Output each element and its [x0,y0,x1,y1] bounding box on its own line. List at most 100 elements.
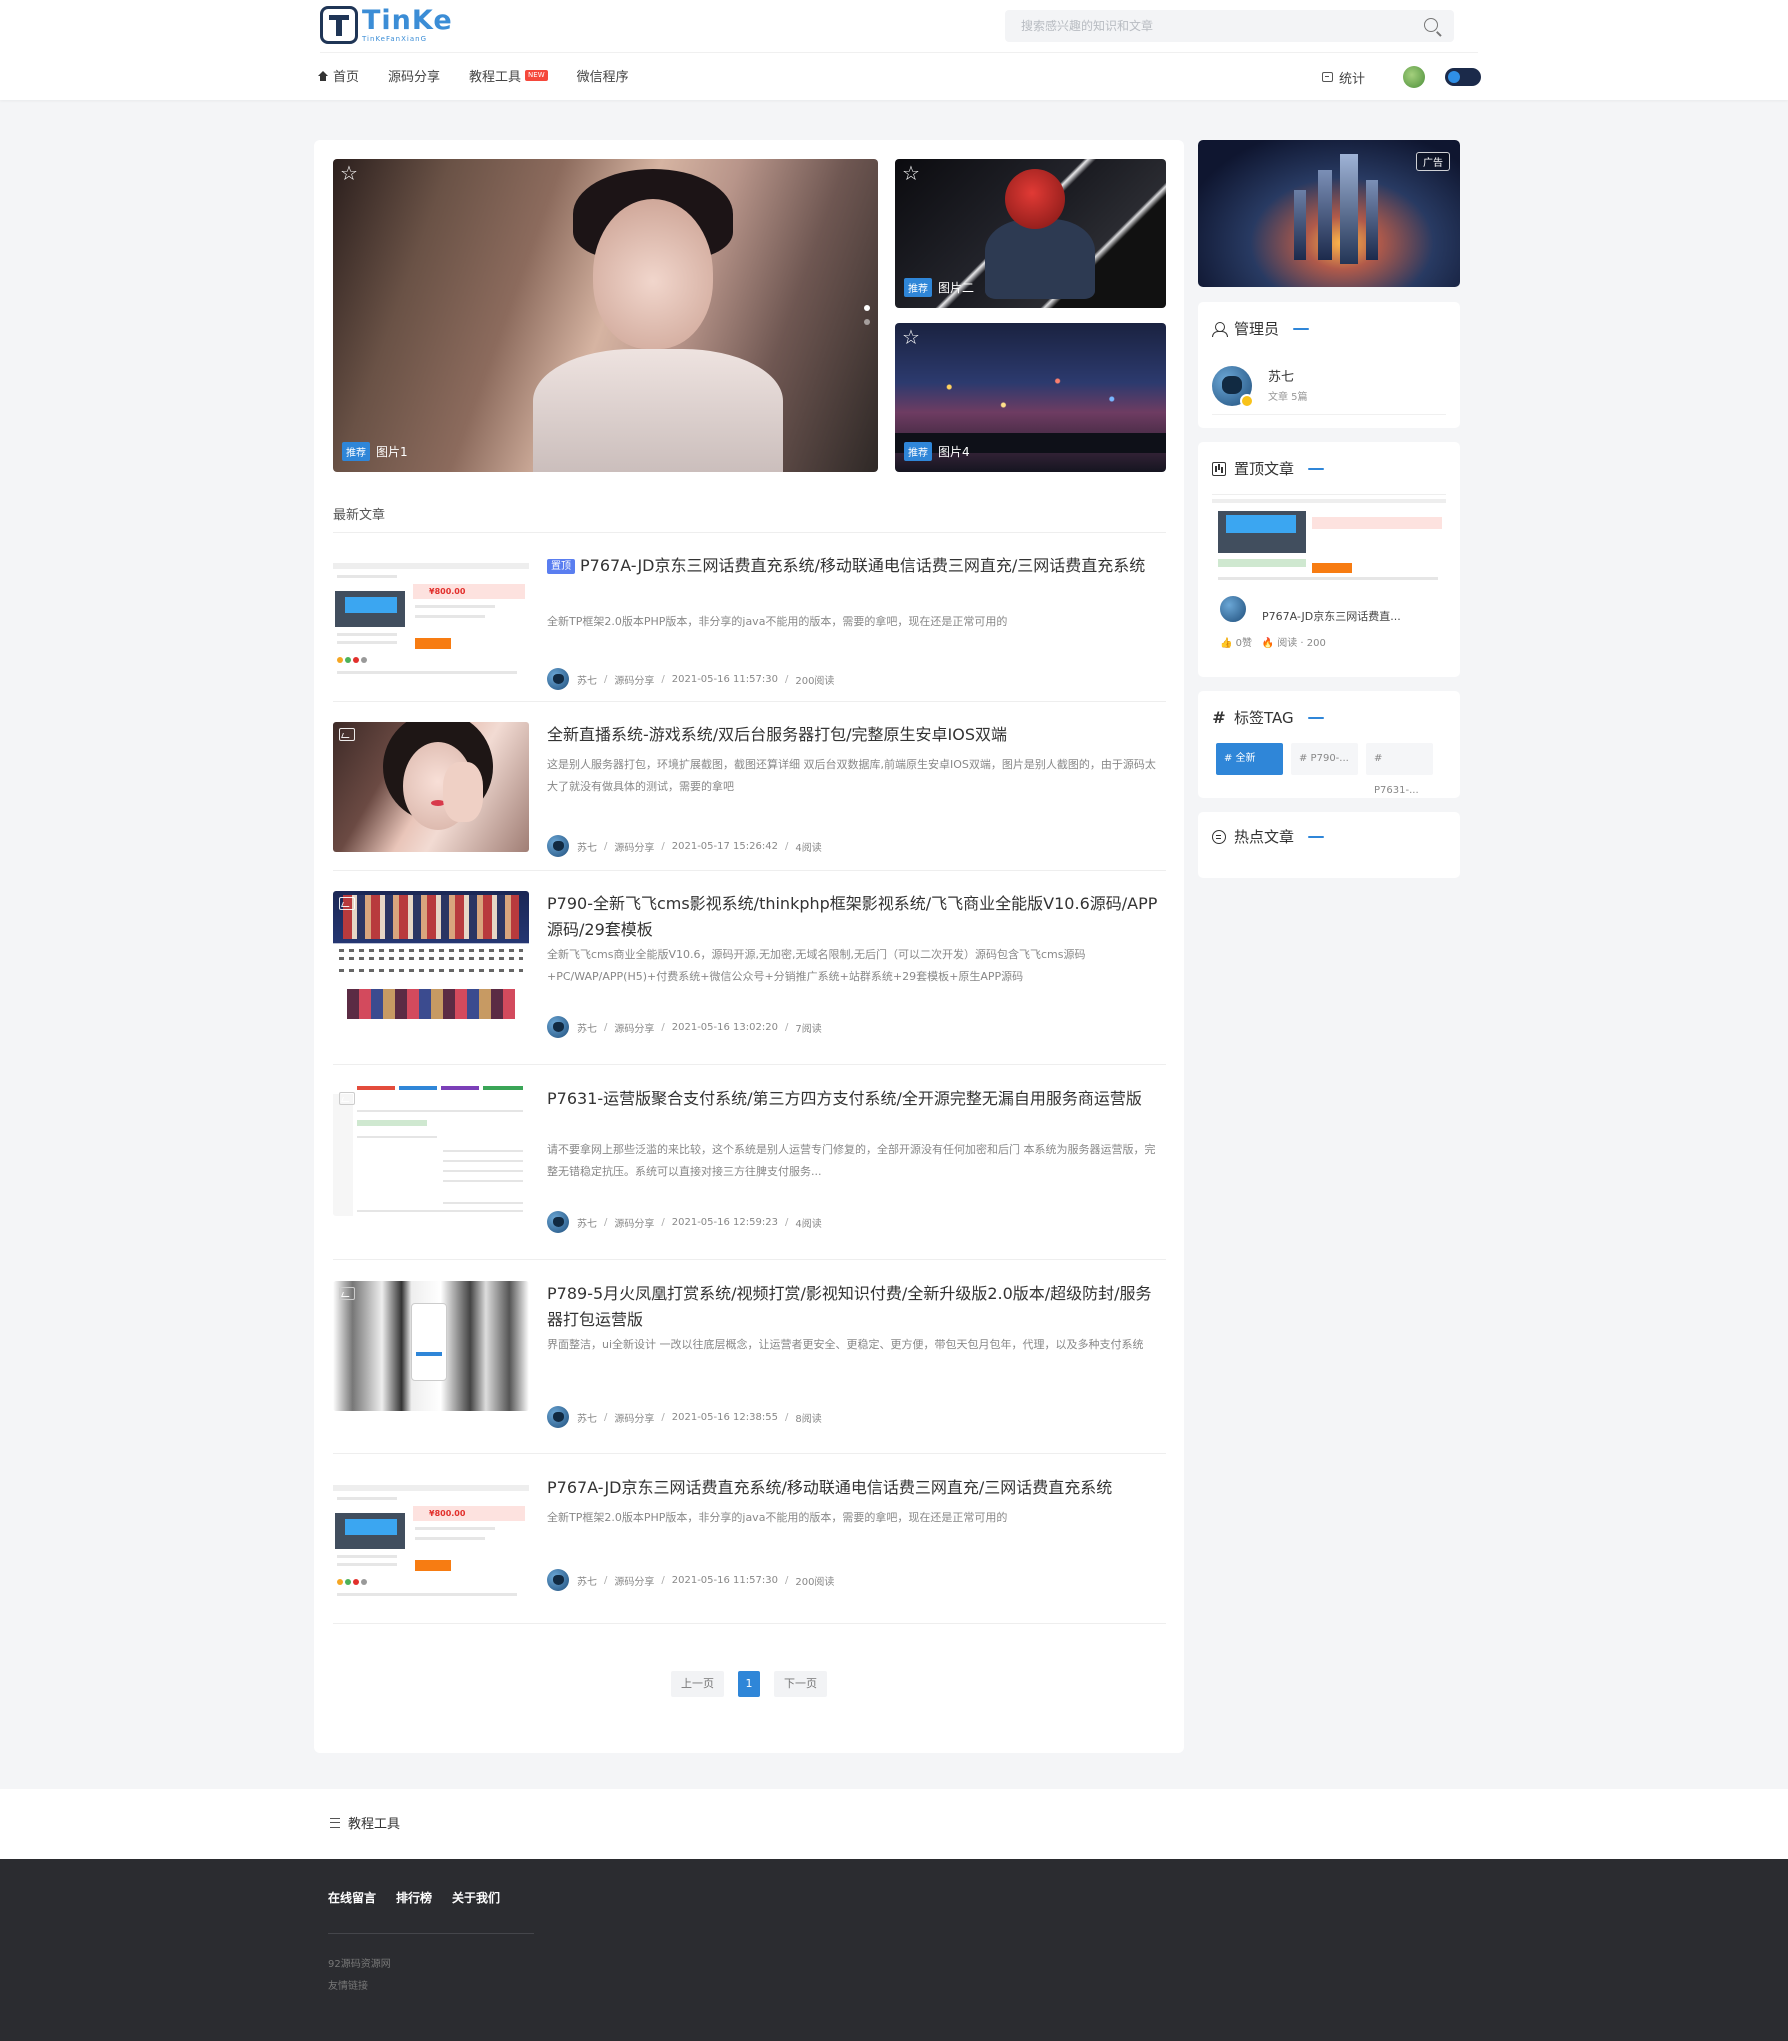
post-category[interactable]: 源码分享 [614,1410,654,1425]
header-actions: 统计 [1322,66,1482,88]
footer-link-about[interactable]: 关于我们 [452,1889,500,1906]
pinned-tag: 置顶 [547,559,575,574]
footer-site-name[interactable]: 92源码资源网 [328,1955,391,1970]
post-date: 2021-05-16 11:57:30 [671,1574,778,1586]
post-thumbnail[interactable] [333,1281,529,1411]
image-icon [339,897,355,910]
author-avatar[interactable] [1218,594,1248,624]
pinned-post-thumbnail[interactable] [1212,494,1446,594]
post-author[interactable]: 苏七 [577,1410,597,1425]
slide-bottom-right[interactable]: ☆ 推荐 图片4 [895,323,1166,472]
footer-friend-links[interactable]: 友情链接 [328,1977,368,1992]
post-views: 4阅读 [795,842,822,854]
tag-list: # 全新直... # P790-... # P7631-... [1216,743,1433,796]
prev-page-button[interactable]: 上一页 [671,1671,724,1697]
user-icon [1212,321,1228,337]
admin-widget: 管理员 苏七 文章 5篇 [1198,302,1460,428]
ad-label: 广告 [1416,152,1450,171]
footer-links: 在线留言 排行榜 关于我们 [328,1889,500,1906]
stats-link[interactable]: 统计 [1339,68,1365,87]
post-excerpt: 界面整洁，ui全新设计 一改以往底层概念，让运营者更安全、更稳定、更方便，带包天… [547,1338,1144,1351]
page-number-current[interactable]: 1 [738,1671,760,1697]
post-title[interactable]: 全新直播系统-游戏系统/双后台服务器打包/完整原生安卓IOS双端 [547,722,1163,748]
post-title[interactable]: P789-5月火凤凰打赏系统/视频打赏/影视知识付费/全新升级版2.0版本/超级… [547,1281,1163,1333]
author-avatar[interactable] [547,1016,569,1038]
admin-name[interactable]: 苏七 [1268,366,1294,385]
site-logo[interactable]: TinKe TinKeFanXianG [320,6,453,44]
footer-menu-item[interactable]: 教程工具 [330,1813,400,1832]
sidebar-ad-banner[interactable]: 广告 [1198,140,1460,287]
recommend-tag: 推荐 [904,442,932,461]
post-excerpt: 全新TP框架2.0版本PHP版本，非分享的java不能用的版本，需要的拿吧，现在… [547,1511,1008,1524]
star-icon[interactable]: ☆ [902,325,920,349]
next-page-button[interactable]: 下一页 [774,1671,827,1697]
nav-item-source[interactable]: 源码分享 [388,66,440,85]
recommend-tag: 推荐 [342,442,370,461]
post-category[interactable]: 源码分享 [614,1020,654,1035]
nav-item-home[interactable]: 首页 [318,66,359,85]
post-thumbnail[interactable]: ¥800.00 [333,553,529,683]
post-item: P789-5月火凤凰打赏系统/视频打赏/影视知识付费/全新升级版2.0版本/超级… [333,1261,1166,1454]
search-box [1005,10,1454,42]
post-title[interactable]: 置顶 P767A-JD京东三网话费直充系统/移动联通电信话费三网直充/三网话费直充… [547,553,1163,580]
stats-icon [1322,72,1333,82]
user-avatar[interactable] [1403,66,1426,88]
post-excerpt: 全新飞飞cms商业全能版V10.6，源码开源,无加密,无域名限制,无后门（可以二… [547,948,1086,983]
post-author[interactable]: 苏七 [577,839,597,854]
post-author[interactable]: 苏七 [577,1215,597,1230]
tag-item[interactable]: # P7631-... [1366,743,1433,796]
post-views: 8阅读 [795,1413,822,1425]
star-icon[interactable]: ☆ [340,161,358,185]
slide-caption: 图片4 [938,445,970,459]
post-thumbnail[interactable] [333,891,529,1021]
star-icon[interactable]: ☆ [902,161,920,185]
widget-title: 标签TAG [1234,709,1294,727]
post-meta: 苏七 / 源码分享/ 2021-05-16 12:59:23/ 4阅读 [547,1211,822,1233]
post-category[interactable]: 源码分享 [614,672,654,687]
theme-toggle[interactable] [1445,68,1482,86]
search-icon[interactable] [1424,18,1438,32]
footer-link-message[interactable]: 在线留言 [328,1889,376,1906]
post-item: ¥800.00 置顶 P767A-JD京东三网话费直充系统/移动联通电信话费三网直… [333,533,1166,702]
post-thumbnail[interactable] [333,1086,529,1216]
nav-item-tutorial[interactable]: 教程工具 NEW [469,66,548,85]
slider-dot[interactable] [864,305,870,311]
slide-top-right[interactable]: ☆ 推荐 图片二 [895,159,1166,308]
post-category[interactable]: 源码分享 [614,1573,654,1588]
footer-menu-bar: 教程工具 [0,1789,1788,1859]
post-title[interactable]: P790-全新飞飞cms影视系统/thinkphp框架影视系统/飞飞商业全能版V… [547,891,1163,943]
post-title[interactable]: P767A-JD京东三网话费直充系统/移动联通电信话费三网直充/三网话费直充系统 [547,1475,1163,1501]
menu-icon [330,1817,340,1828]
post-thumbnail[interactable] [333,722,529,852]
main-nav: 首页 源码分享 教程工具 NEW 微信程序 [318,66,658,85]
author-avatar[interactable] [547,1406,569,1428]
footer-link-ranking[interactable]: 排行榜 [396,1889,432,1906]
nav-item-label: 微信程序 [576,70,629,85]
post-meta: 苏七 / 源码分享/ 2021-05-17 15:26:42/ 4阅读 [547,835,822,857]
author-avatar[interactable] [547,835,569,857]
thumbs-up-icon: 👍 [1220,638,1233,649]
slide-big[interactable]: ☆ 推荐 图片1 [333,159,878,472]
post-meta: 苏七 / 源码分享/ 2021-05-16 11:57:30/ 200阅读 [547,668,834,690]
post-author[interactable]: 苏七 [577,672,597,687]
pinned-post-title[interactable]: P767A-JD京东三网话费直... [1262,608,1401,624]
tag-item[interactable]: # 全新直... [1216,743,1283,796]
post-category[interactable]: 源码分享 [614,1215,654,1230]
post-excerpt: 这是别人服务器打包，环境扩展截图，截图还算详细 双后台双数据库,前端原生安卓IO… [547,758,1156,793]
post-author[interactable]: 苏七 [577,1020,597,1035]
author-avatar[interactable] [547,1569,569,1591]
author-avatar[interactable] [547,1211,569,1233]
footer-divider [328,1933,534,1934]
search-input[interactable] [1005,10,1405,42]
post-excerpt: 全新TP框架2.0版本PHP版本，非分享的java不能用的版本，需要的拿吧，现在… [547,615,1008,628]
tag-item[interactable]: # P790-... [1291,743,1358,775]
post-author[interactable]: 苏七 [577,1573,597,1588]
widget-title: 置顶文章 [1234,460,1295,478]
slider-dot[interactable] [864,319,870,325]
post-category[interactable]: 源码分享 [614,839,654,854]
nav-item-wechat[interactable]: 微信程序 [577,66,629,85]
author-avatar[interactable] [547,668,569,690]
post-thumbnail[interactable]: ¥800.00 [333,1475,529,1605]
post-views: 200阅读 [795,1576,835,1588]
post-title[interactable]: P7631-运营版聚合支付系统/第三方四方支付系统/全开源完整无漏自用服务商运营… [547,1086,1163,1112]
